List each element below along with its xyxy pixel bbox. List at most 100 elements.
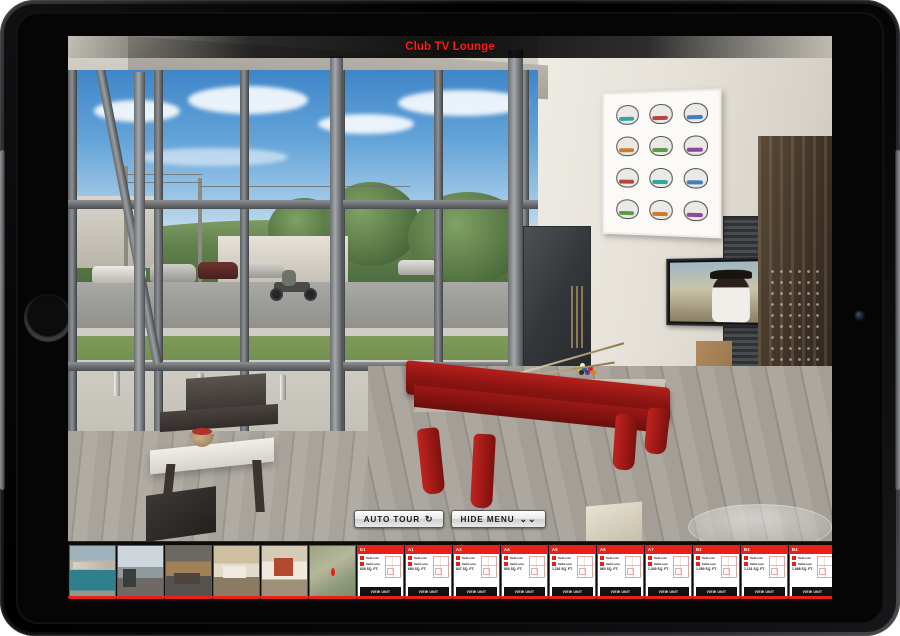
floor-plan-card[interactable]: A6 Bedroom Bathroom 860 SQ. FT. VIEW UNIT [597,545,644,599]
floor-plan-body: Bedroom Bathroom 1,131 SQ. FT. [742,554,787,586]
viewer-controls: AUTO TOUR ↻ HIDE MENU ⌄⌄ [68,510,832,528]
floor-plan-specs: Bedroom Bathroom 1,131 SQ. FT. [744,556,768,586]
bathroom-spec: Bathroom [648,561,672,566]
hide-menu-button[interactable]: HIDE MENU ⌄⌄ [450,510,547,528]
pool-table-leg [470,433,496,509]
portrait-sketch [644,132,677,163]
floor-plan-card[interactable]: A1 Bedroom Bathroom 680 SQ. FT. VIEW UNIT [405,545,452,599]
floor-plan-card[interactable]: A5 Bedroom Bathroom 1,116 SQ. FT. VIEW UNIT [549,545,596,599]
bathroom-icon [792,561,796,566]
portrait-sketch [611,195,643,226]
thumbnail-pool-deck[interactable] [69,545,116,599]
floor-plan-card[interactable]: E1 Bedroom Bathroom 628 SQ. FT. VIEW UNIT [357,545,404,599]
floor-plan-area: 800 SQ. FT. [504,567,523,571]
floor-plan-specs: Bedroom Bathroom 800 SQ. FT. [504,556,528,586]
floor-plan-code: A4 [502,546,547,554]
thumbnail-model-kitchen[interactable] [213,545,260,599]
floor-plan-diagram [673,556,689,578]
floor-plan-card[interactable]: B2 Bedroom Bathroom 1,050 SQ. FT. VIEW UNIT [693,545,740,599]
panorama-viewer[interactable]: Club TV Lounge AUTO TOUR ↻ HIDE MENU ⌄⌄ [68,36,832,541]
bathroom-spec: Bathroom [744,561,768,566]
parked-car [198,262,238,279]
bathroom-icon [504,561,508,566]
floor-plan-card[interactable]: A3 Bedroom Bathroom 847 SQ. FT. VIEW UNIT [453,545,500,599]
bedroom-spec: Bedroom [648,556,672,560]
view-unit-button[interactable]: VIEW UNIT [600,587,641,596]
floor-plan-diagram [769,556,785,578]
bathroom-spec: Bathroom [600,561,624,566]
floor-plan-diagram [529,556,545,578]
portrait-sketch [611,101,643,132]
auto-tour-button[interactable]: AUTO TOUR ↻ [353,510,444,528]
home-button[interactable] [24,294,72,342]
bedroom-icon [648,556,652,560]
bathroom-icon [744,561,748,566]
chevron-double-down-icon: ⌄⌄ [519,513,537,524]
bedroom-icon [696,556,700,560]
view-unit-button[interactable]: VIEW UNIT [456,587,497,596]
bedroom-spec: Bedroom [552,556,576,560]
floor-plan-area: 680 SQ. FT. [408,567,427,571]
device-edge-right [895,150,900,490]
view-unit-button[interactable]: VIEW UNIT [792,587,832,596]
bathroom-icon [648,561,652,566]
floor-plan-card[interactable]: A7 Bedroom Bathroom 1,040 SQ. FT. VIEW UNIT [645,545,692,599]
bathroom-label: Bathroom [413,561,429,566]
bathroom-spec: Bathroom [504,561,528,566]
view-unit-button[interactable]: VIEW UNIT [504,587,545,596]
thumbnail-menu-strip[interactable]: E1 Bedroom Bathroom 628 SQ. FT. VIEW UNIT A1 B… [68,541,832,602]
floor-plan-code: A3 [454,546,499,554]
view-unit-button[interactable]: VIEW UNIT [648,587,689,596]
view-unit-button[interactable]: VIEW UNIT [744,587,785,596]
cue-rack [571,286,585,348]
bathroom-spec: Bathroom [696,561,720,566]
bathroom-label: Bathroom [653,561,669,566]
view-unit-button[interactable]: VIEW UNIT [408,587,449,596]
view-unit-button[interactable]: VIEW UNIT [552,587,593,596]
bedroom-icon [408,556,412,560]
floor-plan-body: Bedroom Bathroom 1,040 SQ. FT. [646,554,691,586]
bathroom-icon [696,561,700,566]
floor-plan-body: Bedroom Bathroom 1,050 SQ. FT. [694,554,739,586]
floor-plan-code: A6 [598,546,643,554]
pool-table-leg [612,413,638,471]
bathroom-label: Bathroom [461,561,477,566]
floor-plan-card[interactable]: B3 Bedroom Bathroom 1,131 SQ. FT. VIEW UNIT [741,545,788,599]
bedroom-spec: Bedroom [456,556,480,560]
floor-plan-specs: Bedroom Bathroom 628 SQ. FT. [360,556,384,586]
decor-bowl-contents [192,428,212,435]
bedroom-label: Bedroom [509,556,524,560]
view-unit-button[interactable]: VIEW UNIT [696,587,737,596]
thumbnail-area-map[interactable] [309,545,356,599]
floor-plan-area: 1,040 SQ. FT. [648,567,669,571]
bedroom-label: Bedroom [605,556,620,560]
thumbnail-model-bathroom[interactable] [261,545,308,599]
bedroom-icon [744,556,748,560]
floor-plan-diagram [817,556,832,578]
bedroom-icon [504,556,508,560]
floor-plan-specs: Bedroom Bathroom 680 SQ. FT. [408,556,432,586]
billiard-ball [591,370,596,375]
bathroom-label: Bathroom [509,561,525,566]
portrait-sketch [644,196,677,228]
thumbnail-clubhouse-lounge[interactable] [165,545,212,599]
bathroom-label: Bathroom [749,561,765,566]
bollard [280,374,286,400]
floor-plan-body: Bedroom Bathroom 628 SQ. FT. [358,554,403,586]
bedroom-spec: Bedroom [408,556,432,560]
floor-plan-specs: Bedroom Bathroom 847 SQ. FT. [456,556,480,586]
bathroom-label: Bathroom [797,561,813,566]
front-camera-icon [855,311,864,320]
floor-plan-card[interactable]: B4 Bedroom Bathroom 1,068 SQ. FT. VIEW UNIT [789,545,832,599]
thumbnail-fitness-center[interactable] [117,545,164,599]
floor-plan-body: Bedroom Bathroom 680 SQ. FT. [406,554,451,586]
floor-plan-specs: Bedroom Bathroom 1,116 SQ. FT. [552,556,576,586]
bedroom-spec: Bedroom [600,556,624,560]
device-edge-left [0,150,5,490]
portrait-sketch [644,164,677,195]
bathroom-label: Bathroom [557,561,573,566]
view-unit-button[interactable]: VIEW UNIT [360,587,401,596]
floor-plan-card[interactable]: A4 Bedroom Bathroom 800 SQ. FT. VIEW UNIT [501,545,548,599]
floor-plan-diagram [433,556,449,578]
bedroom-icon [456,556,460,560]
